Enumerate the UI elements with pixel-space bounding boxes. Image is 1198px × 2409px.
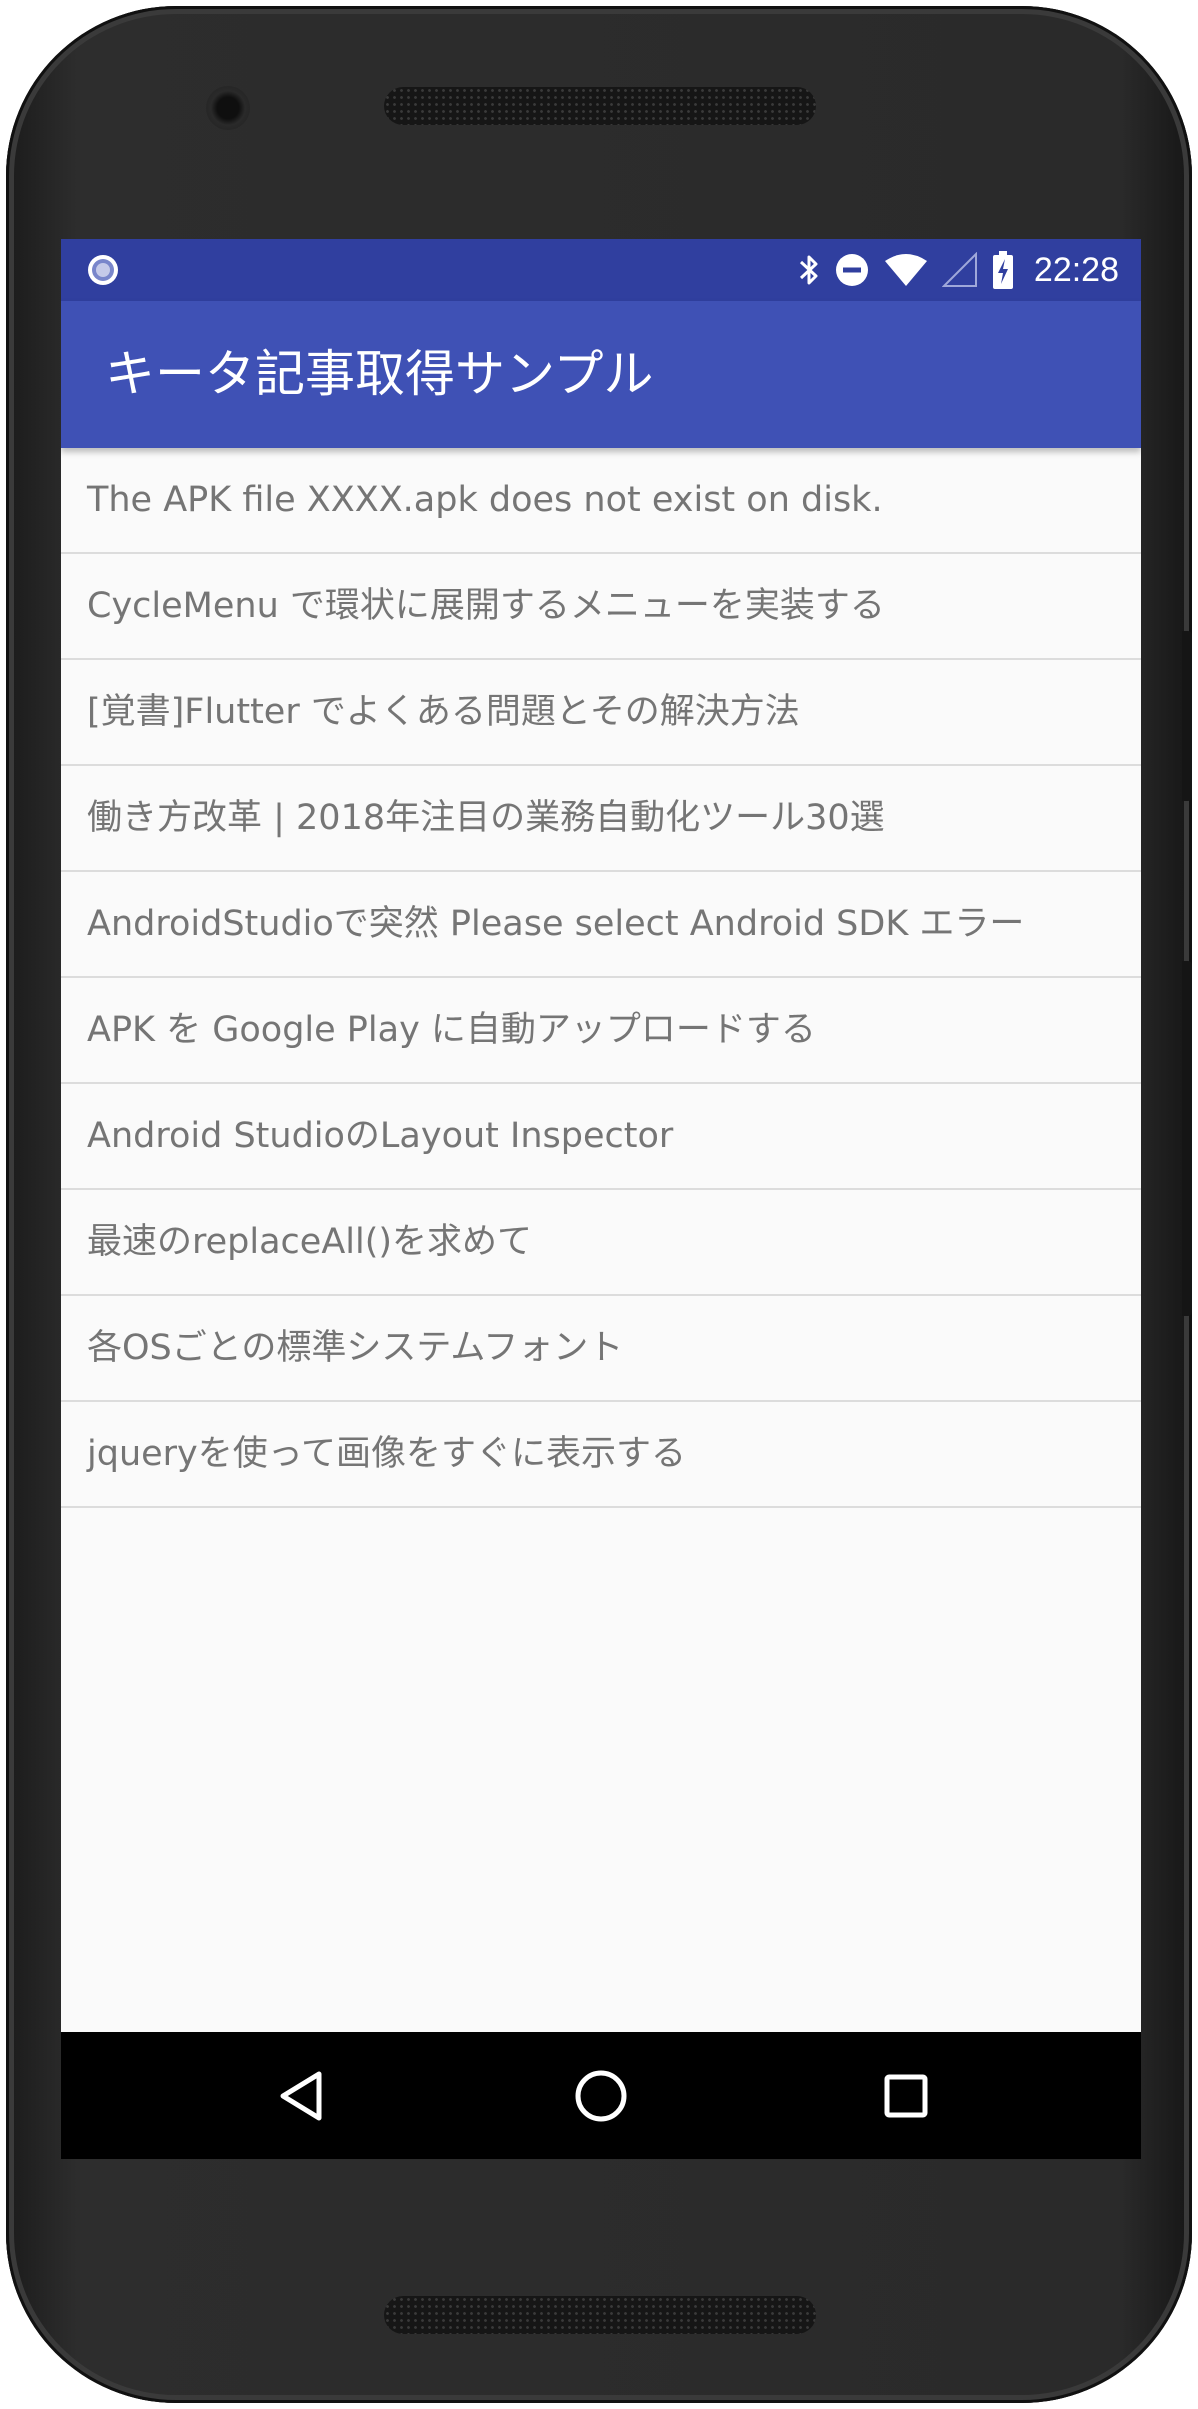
list-item[interactable]: APK を Google Play に自動アップロードする bbox=[61, 978, 1141, 1084]
list-item[interactable]: 働き方改革 | 2018年注目の業務自動化ツール30選 bbox=[61, 766, 1141, 872]
app-title: キータ記事取得サンプル bbox=[105, 345, 654, 403]
navigation-bar bbox=[61, 2032, 1141, 2159]
do-not-disturb-icon bbox=[835, 254, 868, 286]
article-list: The APK file XXXX.apk does not exist on … bbox=[61, 448, 1141, 1508]
back-button[interactable] bbox=[269, 2064, 333, 2128]
screen: 22:28 キータ記事取得サンプル The APK file XXXX.apk … bbox=[61, 239, 1141, 2159]
list-item[interactable]: 各OSごとの標準システムフォント bbox=[61, 1296, 1141, 1402]
earpiece-speaker bbox=[384, 87, 816, 125]
list-item[interactable]: [覚書]Flutter でよくある問題とその解決方法 bbox=[61, 660, 1141, 766]
status-bar: 22:28 bbox=[61, 239, 1141, 301]
signal-icon bbox=[941, 252, 977, 287]
phone-frame: 22:28 キータ記事取得サンプル The APK file XXXX.apk … bbox=[6, 6, 1192, 2403]
list-item[interactable]: jqueryを使って画像をすぐに表示する bbox=[61, 1402, 1141, 1508]
list-item[interactable]: The APK file XXXX.apk does not exist on … bbox=[61, 448, 1141, 554]
wifi-icon bbox=[884, 254, 927, 286]
home-icon bbox=[575, 2070, 627, 2122]
app-bar: キータ記事取得サンプル bbox=[61, 301, 1141, 448]
power-button bbox=[1182, 961, 1192, 1316]
front-camera bbox=[206, 86, 250, 130]
battery-charging-icon bbox=[992, 251, 1013, 289]
bottom-speaker bbox=[384, 2296, 816, 2334]
volume-button bbox=[1182, 631, 1192, 801]
list-item[interactable]: CycleMenu で環状に展開するメニューを実装する bbox=[61, 554, 1141, 660]
list-item[interactable]: AndroidStudioで突然 Please select Android S… bbox=[61, 872, 1141, 978]
status-time: 22:28 bbox=[1033, 250, 1119, 289]
bluetooth-icon bbox=[799, 255, 818, 285]
recent-apps-button[interactable] bbox=[874, 2064, 938, 2128]
list-item[interactable]: 最速のreplaceAll()を求めて bbox=[61, 1190, 1141, 1296]
notification-dot-icon bbox=[88, 255, 118, 285]
home-button[interactable] bbox=[569, 2064, 633, 2128]
list-item[interactable]: Android StudioのLayout Inspector bbox=[61, 1084, 1141, 1190]
recent-apps-icon bbox=[884, 2074, 928, 2118]
back-icon bbox=[280, 2071, 322, 2121]
